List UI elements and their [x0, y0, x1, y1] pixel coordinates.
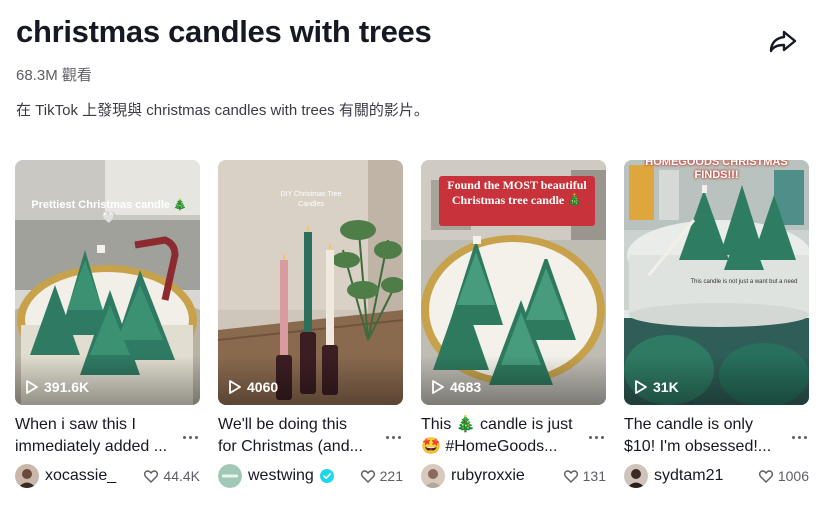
verified-badge-icon: [319, 469, 334, 483]
heart-icon: [563, 469, 578, 483]
video-card[interactable]: HOMEGOODS CHRISTMAS FINDS!!! This candle…: [624, 160, 809, 500]
more-options-icon[interactable]: [791, 434, 809, 442]
play-count-value: 391.6K: [44, 379, 90, 395]
share-icon[interactable]: [768, 28, 798, 54]
video-thumbnail[interactable]: Prettiest Christmas candle 🎄🤍 391.6K: [15, 160, 200, 405]
like-count[interactable]: 221: [360, 468, 403, 484]
video-thumbnail[interactable]: HOMEGOODS CHRISTMAS FINDS!!! This candle…: [624, 160, 809, 405]
author-name: sydtam21: [654, 467, 724, 484]
page-title: christmas candles with trees: [16, 14, 432, 49]
page-description: 在 TikTok 上發現與 christmas candles with tre…: [16, 102, 429, 119]
video-card[interactable]: Found the MOST beautiful Christmas tree …: [421, 160, 606, 500]
author-link[interactable]: sydtam21: [624, 464, 723, 488]
play-count: 4683: [431, 379, 481, 395]
avatar: [218, 464, 242, 488]
video-overlay-text: Found the MOST beautiful Christmas tree …: [447, 178, 587, 207]
play-icon: [229, 380, 241, 394]
play-icon: [26, 380, 38, 394]
video-overlay-text: Prettiest Christmas candle 🎄🤍: [31, 199, 187, 224]
video-overlay-small-text: This candle is not just a want but a nee…: [690, 279, 798, 285]
more-options-icon[interactable]: [385, 434, 403, 442]
play-icon: [635, 380, 647, 394]
author-link[interactable]: westwing: [218, 464, 334, 488]
video-caption[interactable]: This 🎄 candle is just 🤩 #HomeGoods...: [421, 414, 586, 458]
play-count-value: 4060: [247, 379, 279, 395]
heart-icon: [144, 469, 159, 483]
video-thumbnail[interactable]: DIY Christmas Tree Candles 4060: [218, 160, 403, 405]
play-icon: [432, 380, 444, 394]
author-name: westwing: [248, 467, 314, 484]
heart-icon: [758, 469, 773, 483]
like-count[interactable]: 1006: [758, 468, 809, 484]
author-link[interactable]: xocassie_: [15, 464, 116, 488]
video-thumbnail[interactable]: Found the MOST beautiful Christmas tree …: [421, 160, 606, 405]
more-options-icon[interactable]: [588, 434, 606, 442]
like-count[interactable]: 131: [563, 468, 606, 484]
avatar: [421, 464, 445, 488]
play-count-value: 31K: [653, 379, 679, 395]
view-count: 68.3M 觀看: [16, 67, 92, 84]
video-caption[interactable]: When i saw this I immediately added ...: [15, 414, 180, 458]
play-count-value: 4683: [450, 379, 482, 395]
video-caption[interactable]: We'll be doing this for Christmas (and..…: [218, 414, 383, 458]
like-count[interactable]: 44.4K: [144, 468, 200, 484]
heart-icon: [360, 469, 375, 483]
play-count: 391.6K: [25, 379, 89, 395]
video-overlay-text: HOMEGOODS CHRISTMAS FINDS!!!: [645, 160, 788, 181]
author-name: rubyroxxie: [451, 467, 525, 484]
video-card[interactable]: DIY Christmas Tree Candles 4060 We'll be…: [218, 160, 403, 500]
author-link[interactable]: rubyroxxie: [421, 464, 525, 488]
video-caption[interactable]: The candle is only $10! I'm obsessed!...: [624, 414, 789, 458]
play-count: 4060: [228, 379, 278, 395]
author-name: xocassie_: [45, 467, 117, 484]
video-overlay-text: DIY Christmas Tree Candles: [280, 191, 342, 208]
play-count: 31K: [634, 379, 679, 395]
video-card[interactable]: Prettiest Christmas candle 🎄🤍 391.6K Whe…: [15, 160, 200, 500]
avatar: [15, 464, 39, 488]
avatar: [624, 464, 648, 488]
more-options-icon[interactable]: [182, 434, 200, 442]
